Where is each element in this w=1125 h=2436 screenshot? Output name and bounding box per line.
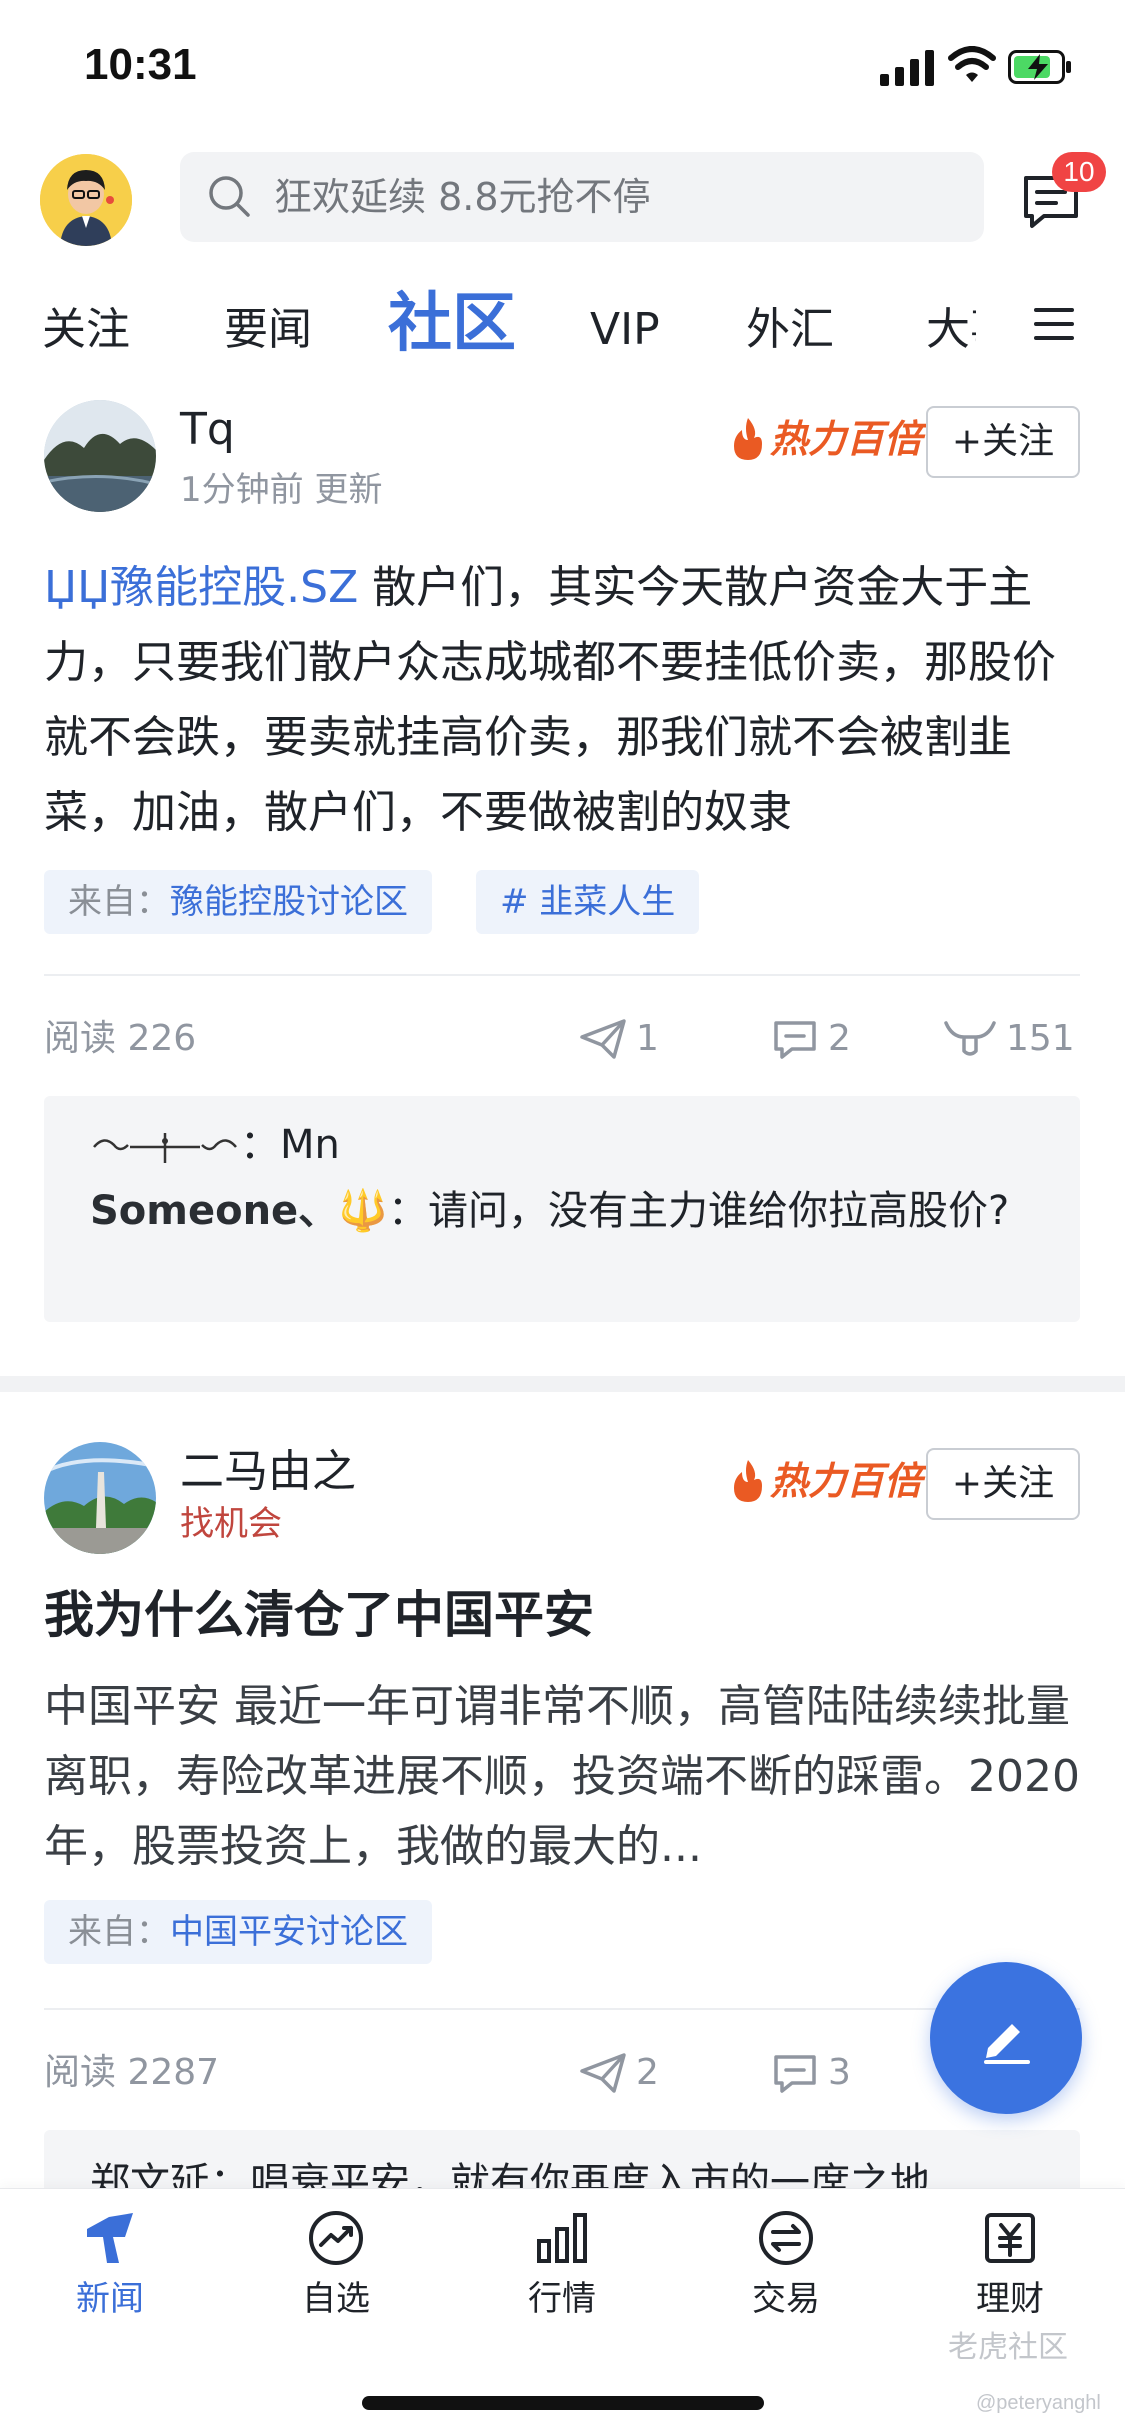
user-avatar[interactable]	[40, 154, 132, 246]
comment-line: Someone、🔱：请问，没有主力谁给你拉高股价?	[90, 1180, 1030, 1242]
watchlist-icon	[309, 2211, 363, 2265]
search-icon	[209, 176, 250, 217]
bull-horns-icon	[944, 1021, 996, 1056]
post-body[interactable]: ЏЏ豫能控股.SZ 散户们，其实今天散户资金大于主力，只要我们散户众志成城都不要…	[44, 550, 1084, 850]
comment-author[interactable]: Someone、🔱	[90, 1188, 388, 1234]
flame-icon	[734, 418, 762, 460]
tab-events[interactable]: 大事	[926, 300, 976, 360]
author-name[interactable]: 二马由之	[180, 1444, 356, 1500]
landscape-avatar-icon	[44, 400, 156, 512]
comment-button[interactable]: 2	[770, 1014, 851, 1064]
comment-text: ：请问，没有主力谁给你拉高股价?	[388, 1188, 1010, 1234]
follow-button[interactable]: +关注	[926, 1448, 1080, 1520]
read-count: 阅读 226	[44, 1018, 197, 1059]
status-bar: 10:31	[0, 0, 1125, 140]
nav-label: 自选	[302, 2279, 370, 2319]
news-icon	[87, 2213, 133, 2263]
hot-badge: 热力百倍	[728, 412, 922, 466]
channel-tabs: 关注 要闻 社区 VIP 外汇 大事	[0, 280, 1125, 380]
like-count: 151	[1006, 1018, 1075, 1059]
share-icon	[580, 1019, 626, 1059]
share-button[interactable]: 2	[578, 2048, 659, 2098]
park-avatar-icon	[44, 1442, 156, 1554]
divider	[44, 974, 1080, 976]
message-badge: 10	[1052, 152, 1106, 192]
post-card[interactable]: Tq 1分钟前 更新 热力百倍 +关注 ЏЏ豫能控股.SZ 散户们，其实今天散户…	[0, 390, 1125, 1350]
tab-follow[interactable]: 关注	[42, 300, 130, 360]
divider	[44, 2008, 1080, 2010]
comment-text: ：Mn	[240, 1122, 340, 1168]
source-tag[interactable]: 来自：中国平安讨论区	[44, 1900, 432, 1964]
source-tag-link: 豫能控股讨论区	[170, 882, 408, 922]
nav-label: 行情	[528, 2279, 596, 2319]
tab-forex[interactable]: 外汇	[746, 300, 834, 360]
nav-news[interactable]: 新闻	[30, 2207, 190, 2337]
nav-trade[interactable]: 交易	[706, 2207, 866, 2337]
wealth-icon	[985, 2213, 1035, 2263]
nav-label: 理财	[976, 2279, 1044, 2319]
like-button[interactable]: 151	[942, 1014, 1075, 1064]
flame-icon	[734, 1460, 762, 1502]
source-tag[interactable]: 来自：豫能控股讨论区	[44, 870, 432, 934]
nav-label: 新闻	[76, 2279, 144, 2319]
comment-preview[interactable]: ：Mn Someone、🔱：请问，没有主力谁给你拉高股价?	[44, 1096, 1080, 1322]
hot-badge-label: 热力百倍	[770, 1459, 923, 1503]
search-placeholder: 狂欢延续 8.8元抢不停	[274, 175, 651, 219]
topic-tag-link: # 韭菜人生	[500, 882, 676, 922]
nav-market[interactable]: 行情	[482, 2207, 642, 2337]
section-separator	[0, 1376, 1125, 1392]
author-name[interactable]: Tq	[180, 402, 235, 458]
tab-vip[interactable]: VIP	[590, 300, 660, 360]
battery-charging-icon	[1008, 50, 1071, 84]
home-indicator[interactable]	[362, 2396, 764, 2410]
comment-icon	[774, 1021, 816, 1059]
nav-label: 交易	[752, 2279, 820, 2319]
topic-tag[interactable]: # 韭菜人生	[476, 870, 700, 934]
market-icon	[537, 2213, 587, 2263]
wifi-icon	[948, 46, 996, 82]
post-time: 1分钟前 更新	[180, 470, 383, 510]
comment-button[interactable]: 3	[770, 2048, 851, 2098]
author-tagline: 找机会	[180, 1504, 282, 1544]
ornament-nickname-icon	[93, 1133, 237, 1163]
follow-button[interactable]: +关注	[926, 406, 1080, 478]
trade-icon	[759, 2211, 813, 2265]
watermark: 老虎社区	[948, 2330, 1068, 2365]
menu-icon[interactable]	[1032, 302, 1076, 346]
pencil-icon	[984, 2024, 1030, 2064]
nav-wealth[interactable]: 理财	[930, 2207, 1090, 2337]
stock-link[interactable]: ЏЏ豫能控股.SZ	[44, 562, 358, 613]
compose-button[interactable]	[930, 1962, 1082, 2114]
status-time: 10:31	[84, 40, 197, 89]
share-button[interactable]: 1	[578, 1014, 659, 1064]
comment-line: ：Mn	[90, 1114, 340, 1176]
search-input[interactable]: 狂欢延续 8.8元抢不停	[180, 152, 984, 242]
comment-count: 3	[828, 2052, 851, 2093]
tab-community[interactable]: 社区	[388, 284, 516, 364]
source-tag-prefix: 来自：	[68, 1912, 170, 1952]
post-body[interactable]: 中国平安 最近一年可谓非常不顺，高管陆陆续续批量离职，寿险改革进展不顺，投资端不…	[44, 1672, 1084, 1882]
cellular-signal-icon	[880, 50, 934, 86]
source-tag-prefix: 来自：	[68, 882, 170, 922]
tab-headlines[interactable]: 要闻	[224, 300, 312, 360]
nav-watchlist[interactable]: 自选	[256, 2207, 416, 2337]
top-header: 狂欢延续 8.8元抢不停 10	[0, 140, 1125, 270]
author-avatar[interactable]	[44, 400, 156, 512]
read-count: 阅读 2287	[44, 2052, 220, 2093]
share-count: 2	[636, 2052, 659, 2093]
post-title[interactable]: 我为什么清仓了中国平安	[44, 1580, 594, 1650]
source-tag-link: 中国平安讨论区	[170, 1912, 408, 1952]
share-count: 1	[636, 1018, 659, 1059]
author-avatar[interactable]	[44, 1442, 156, 1554]
user-avatar-icon	[40, 154, 132, 246]
hot-badge-label: 热力百倍	[770, 417, 923, 461]
share-icon	[580, 2053, 626, 2093]
hot-badge: 热力百倍	[728, 1454, 922, 1508]
watermark-handle: @peteryanghl	[976, 2392, 1101, 2414]
comment-count: 2	[828, 1018, 851, 1059]
comment-icon	[774, 2055, 816, 2093]
